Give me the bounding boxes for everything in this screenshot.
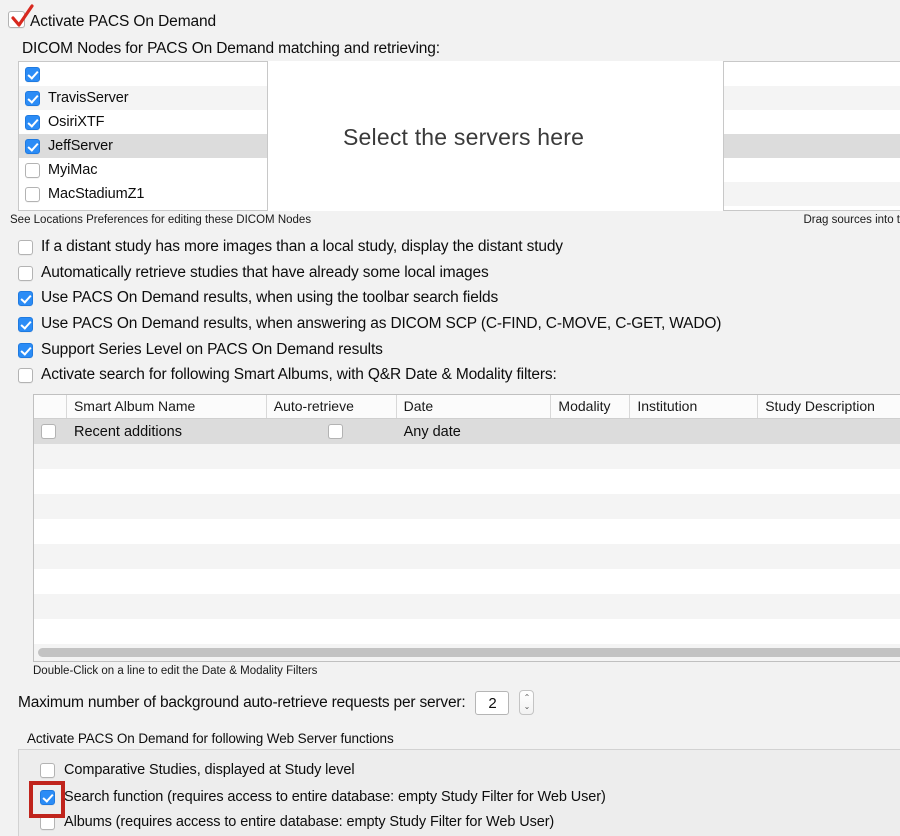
locations-preferences-caption: See Locations Preferences for editing th… <box>10 214 312 226</box>
destination-node-row[interactable] <box>724 134 900 158</box>
select-servers-annotation-text: Select the servers here <box>343 124 585 150</box>
table-column-header[interactable]: Date <box>397 395 552 418</box>
web-server-option-checkbox[interactable] <box>40 789 55 805</box>
auto-retrieve-cell[interactable] <box>267 424 397 439</box>
table-column-header[interactable]: Study Description <box>758 395 900 418</box>
destination-node-row[interactable] <box>724 110 900 134</box>
pacs-option-label: If a distant study has more images than … <box>41 238 563 255</box>
destination-node-row[interactable] <box>724 86 900 110</box>
pacs-option-row[interactable]: Support Series Level on PACS On Demand r… <box>18 341 383 359</box>
row-select-checkbox[interactable] <box>41 424 56 439</box>
dicom-node-checkbox[interactable] <box>25 138 40 154</box>
web-server-group-title: Activate PACS On Demand for following We… <box>27 731 394 746</box>
destination-node-row[interactable] <box>724 182 900 206</box>
max-background-requests-stepper[interactable]: ⌃ ⌄ <box>519 690 535 715</box>
pacs-option-label: Use PACS On Demand results, when using t… <box>41 289 499 306</box>
auto-retrieve-checkbox[interactable] <box>327 424 343 439</box>
table-empty-row[interactable] <box>34 494 900 519</box>
table-column-header[interactable]: Smart Album Name <box>67 395 267 418</box>
dicom-node-row[interactable]: JeffServer <box>19 134 267 158</box>
table-empty-row[interactable] <box>34 619 900 644</box>
dicom-node-checkbox[interactable] <box>25 66 40 82</box>
smart-albums-table-header: Smart Album Name Auto-retrieve Date Modalit… <box>34 395 900 419</box>
dicom-node-checkbox[interactable] <box>25 186 40 202</box>
table-empty-row[interactable] <box>34 444 900 469</box>
dicom-node-checkbox[interactable] <box>25 114 40 130</box>
table-empty-row[interactable] <box>34 594 900 619</box>
table-column-header[interactable]: Auto-retrieve <box>267 395 397 418</box>
stepper-down-icon[interactable]: ⌄ <box>520 703 533 711</box>
dicom-nodes-list[interactable]: TravisServer OsiriXTF JeffServer MyiMac MacS… <box>18 61 268 211</box>
destination-node-row[interactable] <box>724 158 900 182</box>
table-empty-row[interactable] <box>34 519 900 544</box>
date-cell: Any date <box>403 423 461 440</box>
pacs-option-label: Activate search for following Smart Albu… <box>41 366 557 383</box>
web-server-option-row[interactable]: Search function (requires access to enti… <box>40 789 606 805</box>
pacs-option-row[interactable]: Activate search for following Smart Albu… <box>18 366 557 384</box>
pacs-option-row[interactable]: Use PACS On Demand results, when answeri… <box>18 315 721 333</box>
max-background-requests-row: Maximum number of background auto-retrie… <box>18 690 535 715</box>
web-server-option-label: Comparative Studies, displayed at Study … <box>64 762 355 778</box>
smart-album-name-cell: Recent additions <box>73 423 182 440</box>
double-click-hint-caption: Double-Click on a line to edit the Date … <box>33 665 318 677</box>
activate-pacs-on-demand-checkbox[interactable] <box>8 11 25 28</box>
activate-pacs-on-demand-label: Activate PACS On Demand <box>30 13 217 30</box>
smart-albums-table-body[interactable]: Recent additions Any date <box>34 419 900 661</box>
dicom-node-name: JeffServer <box>48 138 113 154</box>
table-column-header[interactable]: Modality <box>551 395 631 418</box>
drag-sources-caption: Drag sources into t <box>803 214 900 226</box>
dicom-node-name: MacStadiumZ1 <box>48 186 145 202</box>
pacs-option-checkbox[interactable] <box>18 367 33 383</box>
destination-nodes-list[interactable] <box>723 61 900 211</box>
dicom-node-row[interactable]: TravisServer <box>19 86 267 110</box>
stepper-up-icon[interactable]: ⌃ <box>520 694 533 702</box>
table-row[interactable]: Recent additions Any date <box>34 419 900 444</box>
web-server-option-checkbox[interactable] <box>40 762 55 778</box>
dicom-node-name: MyiMac <box>48 162 98 178</box>
table-column-header[interactable] <box>34 395 67 418</box>
pacs-option-row[interactable]: Use PACS On Demand results, when using t… <box>18 289 498 307</box>
dicom-nodes-section-label: DICOM Nodes for PACS On Demand matching … <box>22 40 440 57</box>
table-column-header[interactable]: Institution <box>630 395 759 418</box>
pacs-option-checkbox[interactable] <box>18 290 33 306</box>
smart-albums-table[interactable]: Smart Album Name Auto-retrieve Date Modalit… <box>33 394 900 662</box>
pacs-option-label: Use PACS On Demand results, when answeri… <box>41 315 722 332</box>
web-server-option-checkbox[interactable] <box>40 814 55 830</box>
row-select-cell[interactable] <box>34 424 67 439</box>
pacs-option-label: Support Series Level on PACS On Demand r… <box>41 341 383 358</box>
pacs-option-label: Automatically retrieve studies that have… <box>41 264 489 281</box>
table-empty-row[interactable] <box>34 569 900 594</box>
pacs-option-row[interactable]: Automatically retrieve studies that have… <box>18 264 489 282</box>
preferences-pane: Activate PACS On Demand DICOM Nodes for … <box>0 0 900 836</box>
pacs-option-checkbox[interactable] <box>18 239 33 255</box>
activate-pacs-on-demand-row[interactable]: Activate PACS On Demand <box>8 4 217 33</box>
web-server-option-label: Albums (requires access to entire databa… <box>64 814 555 830</box>
dicom-node-checkbox[interactable] <box>25 90 40 106</box>
table-empty-row[interactable] <box>34 544 900 569</box>
max-background-requests-label: Maximum number of background auto-retrie… <box>18 693 466 711</box>
max-background-requests-input[interactable]: 2 <box>475 690 510 715</box>
pacs-option-checkbox[interactable] <box>18 265 33 281</box>
web-server-option-row[interactable]: Albums (requires access to entire databa… <box>40 814 554 830</box>
dicom-node-name: TravisServer <box>48 90 129 106</box>
web-server-option-row[interactable]: Comparative Studies, displayed at Study … <box>40 762 355 778</box>
web-server-option-label: Search function (requires access to enti… <box>64 789 606 805</box>
dicom-node-name: OsiriXTF <box>48 114 105 130</box>
dicom-node-row[interactable]: MyiMac <box>19 158 267 182</box>
destination-node-row[interactable] <box>724 62 900 86</box>
pacs-option-checkbox[interactable] <box>18 316 33 332</box>
pacs-option-checkbox[interactable] <box>18 342 33 358</box>
dicom-node-row[interactable]: MacStadiumZ1 <box>19 182 267 206</box>
dicom-node-checkbox[interactable] <box>25 162 40 178</box>
pacs-option-row[interactable]: If a distant study has more images than … <box>18 238 563 256</box>
dicom-node-row[interactable]: OsiriXTF <box>19 110 267 134</box>
dicom-node-row[interactable] <box>19 62 267 86</box>
smart-albums-horizontal-scrollbar[interactable] <box>38 648 900 657</box>
table-empty-row[interactable] <box>34 469 900 494</box>
